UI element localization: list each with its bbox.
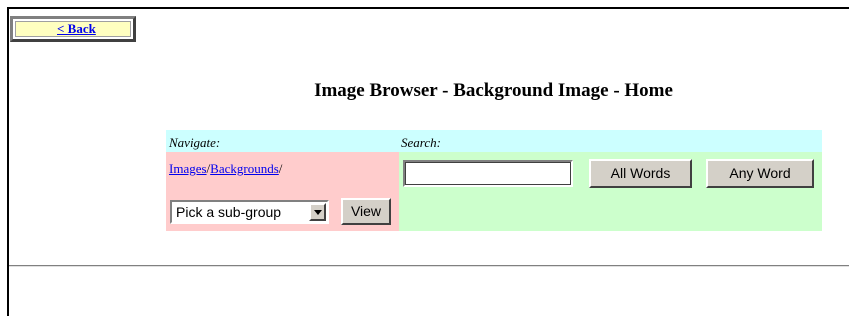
- navigate-panel: Images/Backgrounds/ Pick a sub-group Vie…: [166, 152, 399, 231]
- view-button[interactable]: View: [341, 198, 391, 225]
- breadcrumb-link-images[interactable]: Images: [169, 161, 207, 176]
- sub-group-select[interactable]: Pick a sub-group: [170, 200, 329, 224]
- breadcrumb: Images/Backgrounds/: [169, 161, 282, 177]
- back-button[interactable]: < Back: [10, 16, 136, 42]
- breadcrumb-link-backgrounds[interactable]: Backgrounds: [210, 161, 279, 176]
- back-link[interactable]: < Back: [57, 21, 96, 36]
- back-button-inner: < Back: [15, 21, 131, 37]
- all-words-button[interactable]: All Words: [589, 159, 692, 188]
- breadcrumb-separator: /: [278, 161, 283, 176]
- any-word-button[interactable]: Any Word: [706, 159, 814, 188]
- search-input[interactable]: [403, 160, 573, 187]
- search-panel: All Words Any Word: [399, 152, 822, 231]
- chevron-down-icon[interactable]: [309, 203, 326, 221]
- page-title: Image Browser - Background Image - Home: [314, 80, 673, 101]
- navigate-heading: Navigate:: [166, 130, 399, 152]
- search-heading: Search:: [399, 130, 822, 152]
- horizontal-divider: [9, 265, 849, 267]
- sub-group-select-value: Pick a sub-group: [176, 204, 282, 220]
